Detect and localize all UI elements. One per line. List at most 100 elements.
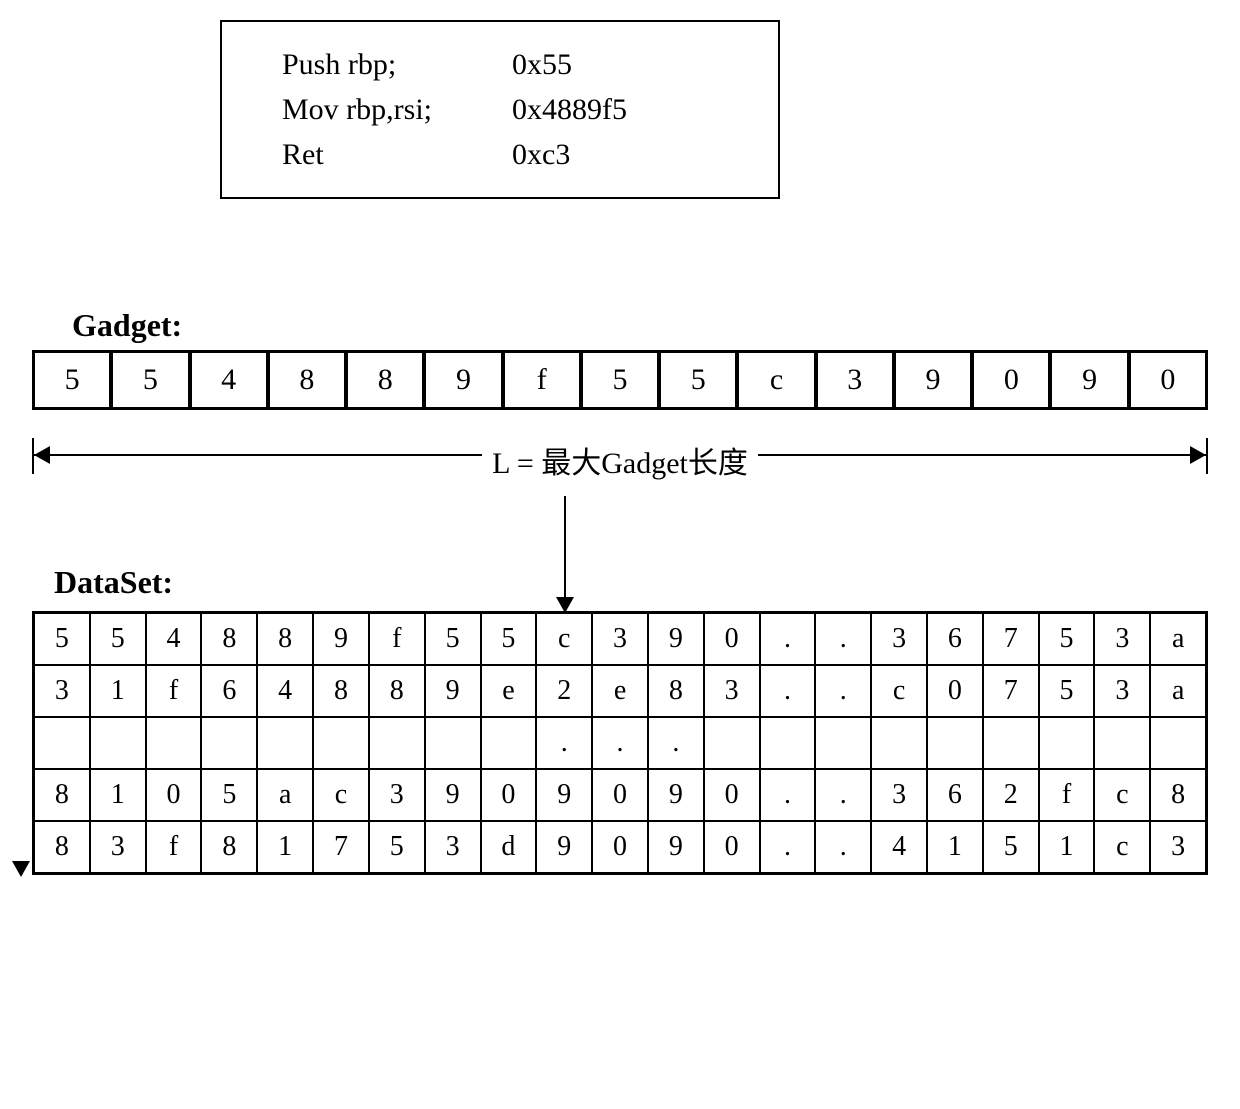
dataset-cell: 7 (314, 822, 370, 872)
dataset-cell: 5 (202, 770, 258, 820)
dataset-cell: c (537, 614, 593, 664)
dataset-row: 554889f55c390..36753a (35, 614, 1205, 666)
dataset-cell: 3 (1151, 822, 1205, 872)
gadget-cell: 5 (32, 353, 111, 407)
dataset-cell: f (1040, 770, 1096, 820)
code-line-2: Mov rbp,rsi; 0x4889f5 (282, 87, 718, 132)
dataset-cell: d (482, 822, 538, 872)
dataset-cell: . (761, 666, 817, 716)
dataset-cell: a (1151, 666, 1205, 716)
dataset-row: 83f81753d9090..4151c3 (35, 822, 1205, 872)
dataset-cell: . (816, 614, 872, 664)
dataset-cell: e (593, 666, 649, 716)
dataset-cell: 8 (649, 666, 705, 716)
dataset-cell: f (147, 666, 203, 716)
dataset-cell: 9 (314, 614, 370, 664)
dataset-cell: c (1095, 822, 1151, 872)
gadget-cell: 9 (424, 353, 502, 407)
dataset-cell: 5 (370, 822, 426, 872)
dataset-cell: 3 (426, 822, 482, 872)
dataset-cell: 5 (426, 614, 482, 664)
asm-text: Push rbp; (282, 42, 512, 87)
dataset-cell: . (816, 770, 872, 820)
dataset-cell: . (537, 718, 593, 768)
gadget-label: Gadget: (72, 307, 1220, 344)
dataset-cell: 5 (1040, 614, 1096, 664)
gadget-byte-row: 554889f55c39090 (32, 350, 1208, 410)
dataset-cell: 4 (872, 822, 928, 872)
dataset-cell: 8 (202, 614, 258, 664)
dataset-cell: 8 (314, 666, 370, 716)
assembly-code-box: Push rbp; 0x55 Mov rbp,rsi; 0x4889f5 Ret… (220, 20, 780, 199)
gadget-cell: 3 (816, 353, 894, 407)
dataset-cell: 8 (370, 666, 426, 716)
dataset-cell: f (147, 822, 203, 872)
dataset-cell: 8 (35, 770, 91, 820)
dataset-cell: 5 (984, 822, 1040, 872)
dataset-cell: 9 (426, 666, 482, 716)
dataset-cell (928, 718, 984, 768)
dataset-cell: 0 (593, 822, 649, 872)
dataset-cell: 0 (705, 614, 761, 664)
dataset-cell: . (761, 822, 817, 872)
dataset-cell: 4 (258, 666, 314, 716)
dataset-row: ... (35, 718, 1205, 770)
code-line-1: Push rbp; 0x55 (282, 42, 718, 87)
dataset-cell: 6 (928, 614, 984, 664)
dataset-cell (314, 718, 370, 768)
dataset-cell: . (593, 718, 649, 768)
gadget-cell: f (503, 353, 581, 407)
dataset-cell: c (872, 666, 928, 716)
gadget-cell: 8 (346, 353, 424, 407)
dataset-cell: 5 (1040, 666, 1096, 716)
dataset-cell: 1 (91, 666, 147, 716)
dataset-cell (426, 718, 482, 768)
dataset-cell (984, 718, 1040, 768)
dataset-cell: f (370, 614, 426, 664)
dataset-cell: 9 (649, 614, 705, 664)
dataset-cell (1040, 718, 1096, 768)
gadget-cell: 0 (972, 353, 1050, 407)
dataset-cell: c (314, 770, 370, 820)
dataset-cell (705, 718, 761, 768)
dataset-row: 8105ac3909090..362fc8 (35, 770, 1205, 822)
arrow-2-container: DataSet: (20, 496, 1220, 611)
dataset-cell: 3 (1095, 614, 1151, 664)
gadget-cell: 8 (268, 353, 346, 407)
dataset-cell: 1 (91, 770, 147, 820)
dataset-cell: 9 (426, 770, 482, 820)
dataset-cell: 4 (147, 614, 203, 664)
dataset-cell: 5 (91, 614, 147, 664)
gadget-cell: 0 (1129, 353, 1208, 407)
dataset-cell: 9 (649, 770, 705, 820)
gadget-cell: 9 (1050, 353, 1128, 407)
dataset-cell: 7 (984, 666, 1040, 716)
dataset-cell: 0 (482, 770, 538, 820)
dataset-cell: 3 (35, 666, 91, 716)
dataset-cell: 8 (258, 614, 314, 664)
gadget-cell: 5 (659, 353, 737, 407)
dataset-cell (91, 718, 147, 768)
dataset-cell (35, 718, 91, 768)
dataset-table: 554889f55c390..36753a31f64889e2e83..c075… (32, 611, 1208, 875)
dataset-cell: 9 (649, 822, 705, 872)
dataset-cell (816, 718, 872, 768)
dataset-cell: 6 (928, 770, 984, 820)
dataset-cell: 0 (705, 770, 761, 820)
code-line-3: Ret 0xc3 (282, 132, 718, 177)
dataset-row: 31f64889e2e83..c0753a (35, 666, 1205, 718)
dataset-cell: 1 (258, 822, 314, 872)
hex-text: 0xc3 (512, 132, 570, 177)
dataset-cell: 0 (147, 770, 203, 820)
dataset-cell: 2 (537, 666, 593, 716)
dataset-cell: 9 (537, 822, 593, 872)
dataset-cell: . (816, 822, 872, 872)
dataset-cell: 5 (482, 614, 538, 664)
dataset-cell: . (649, 718, 705, 768)
asm-text: Ret (282, 132, 512, 177)
dataset-cell (258, 718, 314, 768)
dataset-cell: 1 (1040, 822, 1096, 872)
gadget-cell: 5 (581, 353, 659, 407)
dataset-cell: 3 (370, 770, 426, 820)
dataset-cell: 3 (1095, 666, 1151, 716)
